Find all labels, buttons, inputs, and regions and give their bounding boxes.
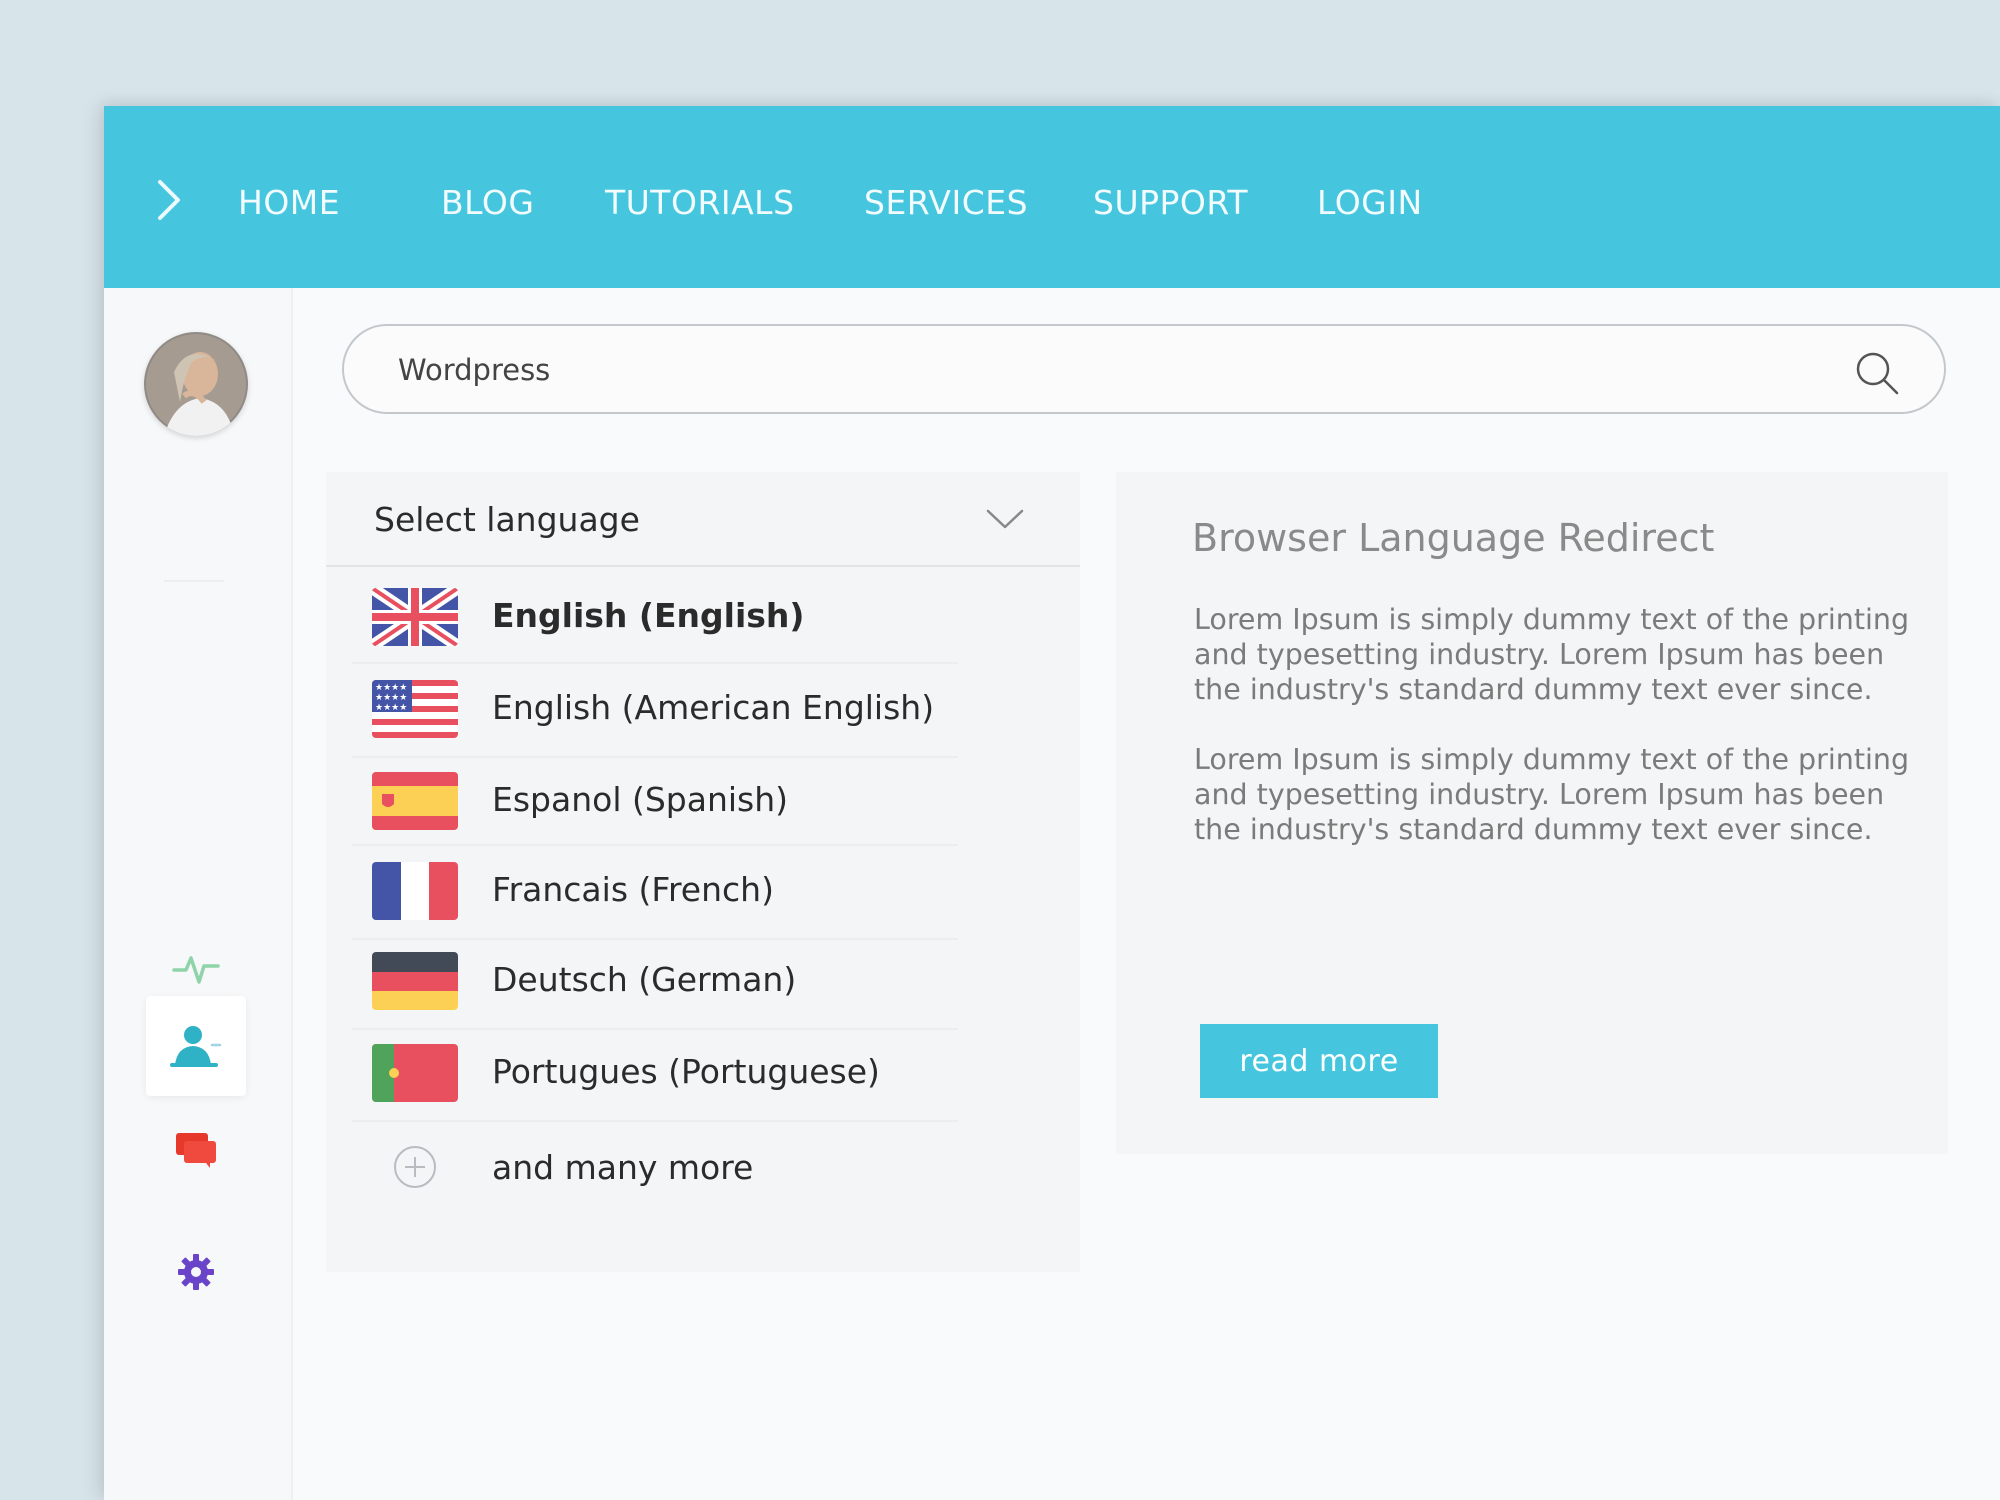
portugal-flag-icon — [372, 1044, 458, 1102]
sidebar-item-settings[interactable] — [146, 1222, 246, 1322]
chevron-right-icon[interactable] — [156, 178, 184, 222]
chevron-down-icon[interactable] — [986, 508, 1024, 530]
svg-text:★★★★: ★★★★ — [375, 683, 407, 693]
language-option-label: English (English) — [492, 596, 805, 635]
svg-text:★★★★: ★★★★ — [375, 693, 407, 703]
language-option-german[interactable]: Deutsch (German) — [352, 938, 958, 1030]
user-icon — [170, 1026, 222, 1067]
nav-home[interactable]: HOME — [238, 178, 340, 228]
uk-flag-icon — [372, 588, 458, 646]
spain-flag-icon — [372, 772, 458, 830]
language-dropdown[interactable]: Select language — [326, 472, 1080, 567]
germany-flag-icon — [372, 952, 458, 1010]
nav-support[interactable]: SUPPORT — [1093, 178, 1248, 228]
us-flag-icon: ★★★★★★★★★★★★ — [372, 680, 458, 738]
language-option-label: Portugues (Portuguese) — [492, 1052, 880, 1091]
sidebar — [104, 288, 293, 1500]
language-option-spanish[interactable]: Espanol (Spanish) — [352, 756, 958, 846]
language-option-american-english[interactable]: ★★★★ ★★★★ ★★★★ English (American English) — [352, 662, 958, 758]
nav-services[interactable]: SERVICES — [864, 178, 1028, 228]
chat-icon — [176, 1133, 216, 1168]
language-option-label: and many more — [492, 1148, 754, 1187]
language-dropdown-label: Select language — [374, 500, 640, 539]
svg-text:★★★★: ★★★★ — [375, 703, 407, 713]
nav-blog[interactable]: BLOG — [441, 178, 534, 228]
search-input[interactable]: Wordpress — [398, 348, 550, 392]
gear-icon — [178, 1254, 214, 1290]
language-option-more[interactable]: and many more — [352, 1120, 958, 1212]
language-option-portuguese[interactable]: Portugues (Portuguese) — [352, 1028, 958, 1122]
language-option-label: Espanol (Spanish) — [492, 780, 789, 819]
info-paragraph: Lorem Ipsum is simply dummy text of the … — [1194, 743, 1910, 846]
sidebar-divider — [164, 580, 224, 582]
info-panel: Browser Language Redirect Lorem Ipsum is… — [1116, 472, 1948, 1154]
activity-icon — [172, 956, 220, 984]
france-flag-icon — [372, 862, 458, 920]
avatar[interactable] — [144, 332, 248, 436]
app-window: HOME BLOG TUTORIALS SERVICES SUPPORT LOG… — [104, 106, 2000, 1500]
search-icon[interactable] — [1854, 350, 1900, 396]
language-option-english[interactable]: English (English) — [352, 568, 958, 664]
nav-tutorials[interactable]: TUTORIALS — [605, 178, 795, 228]
top-navigation: HOME BLOG TUTORIALS SERVICES SUPPORT LOG… — [104, 106, 2000, 288]
nav-login[interactable]: LOGIN — [1317, 178, 1423, 228]
info-paragraph: Lorem Ipsum is simply dummy text of the … — [1194, 603, 1910, 706]
read-more-button[interactable]: read more — [1200, 1024, 1438, 1098]
plus-circle-icon — [394, 1146, 436, 1188]
info-title: Browser Language Redirect — [1192, 516, 1715, 560]
language-option-label: Francais (French) — [492, 870, 774, 909]
language-option-label: Deutsch (German) — [492, 960, 797, 999]
language-option-french[interactable]: Francais (French) — [352, 844, 958, 940]
sidebar-item-chat[interactable] — [146, 1100, 246, 1200]
sidebar-item-user[interactable] — [146, 996, 246, 1096]
search-bar[interactable]: Wordpress — [342, 324, 1946, 414]
language-option-label: English (American English) — [492, 688, 935, 727]
language-selector: Select language English (English) ★★★★ ★… — [326, 472, 1080, 1272]
